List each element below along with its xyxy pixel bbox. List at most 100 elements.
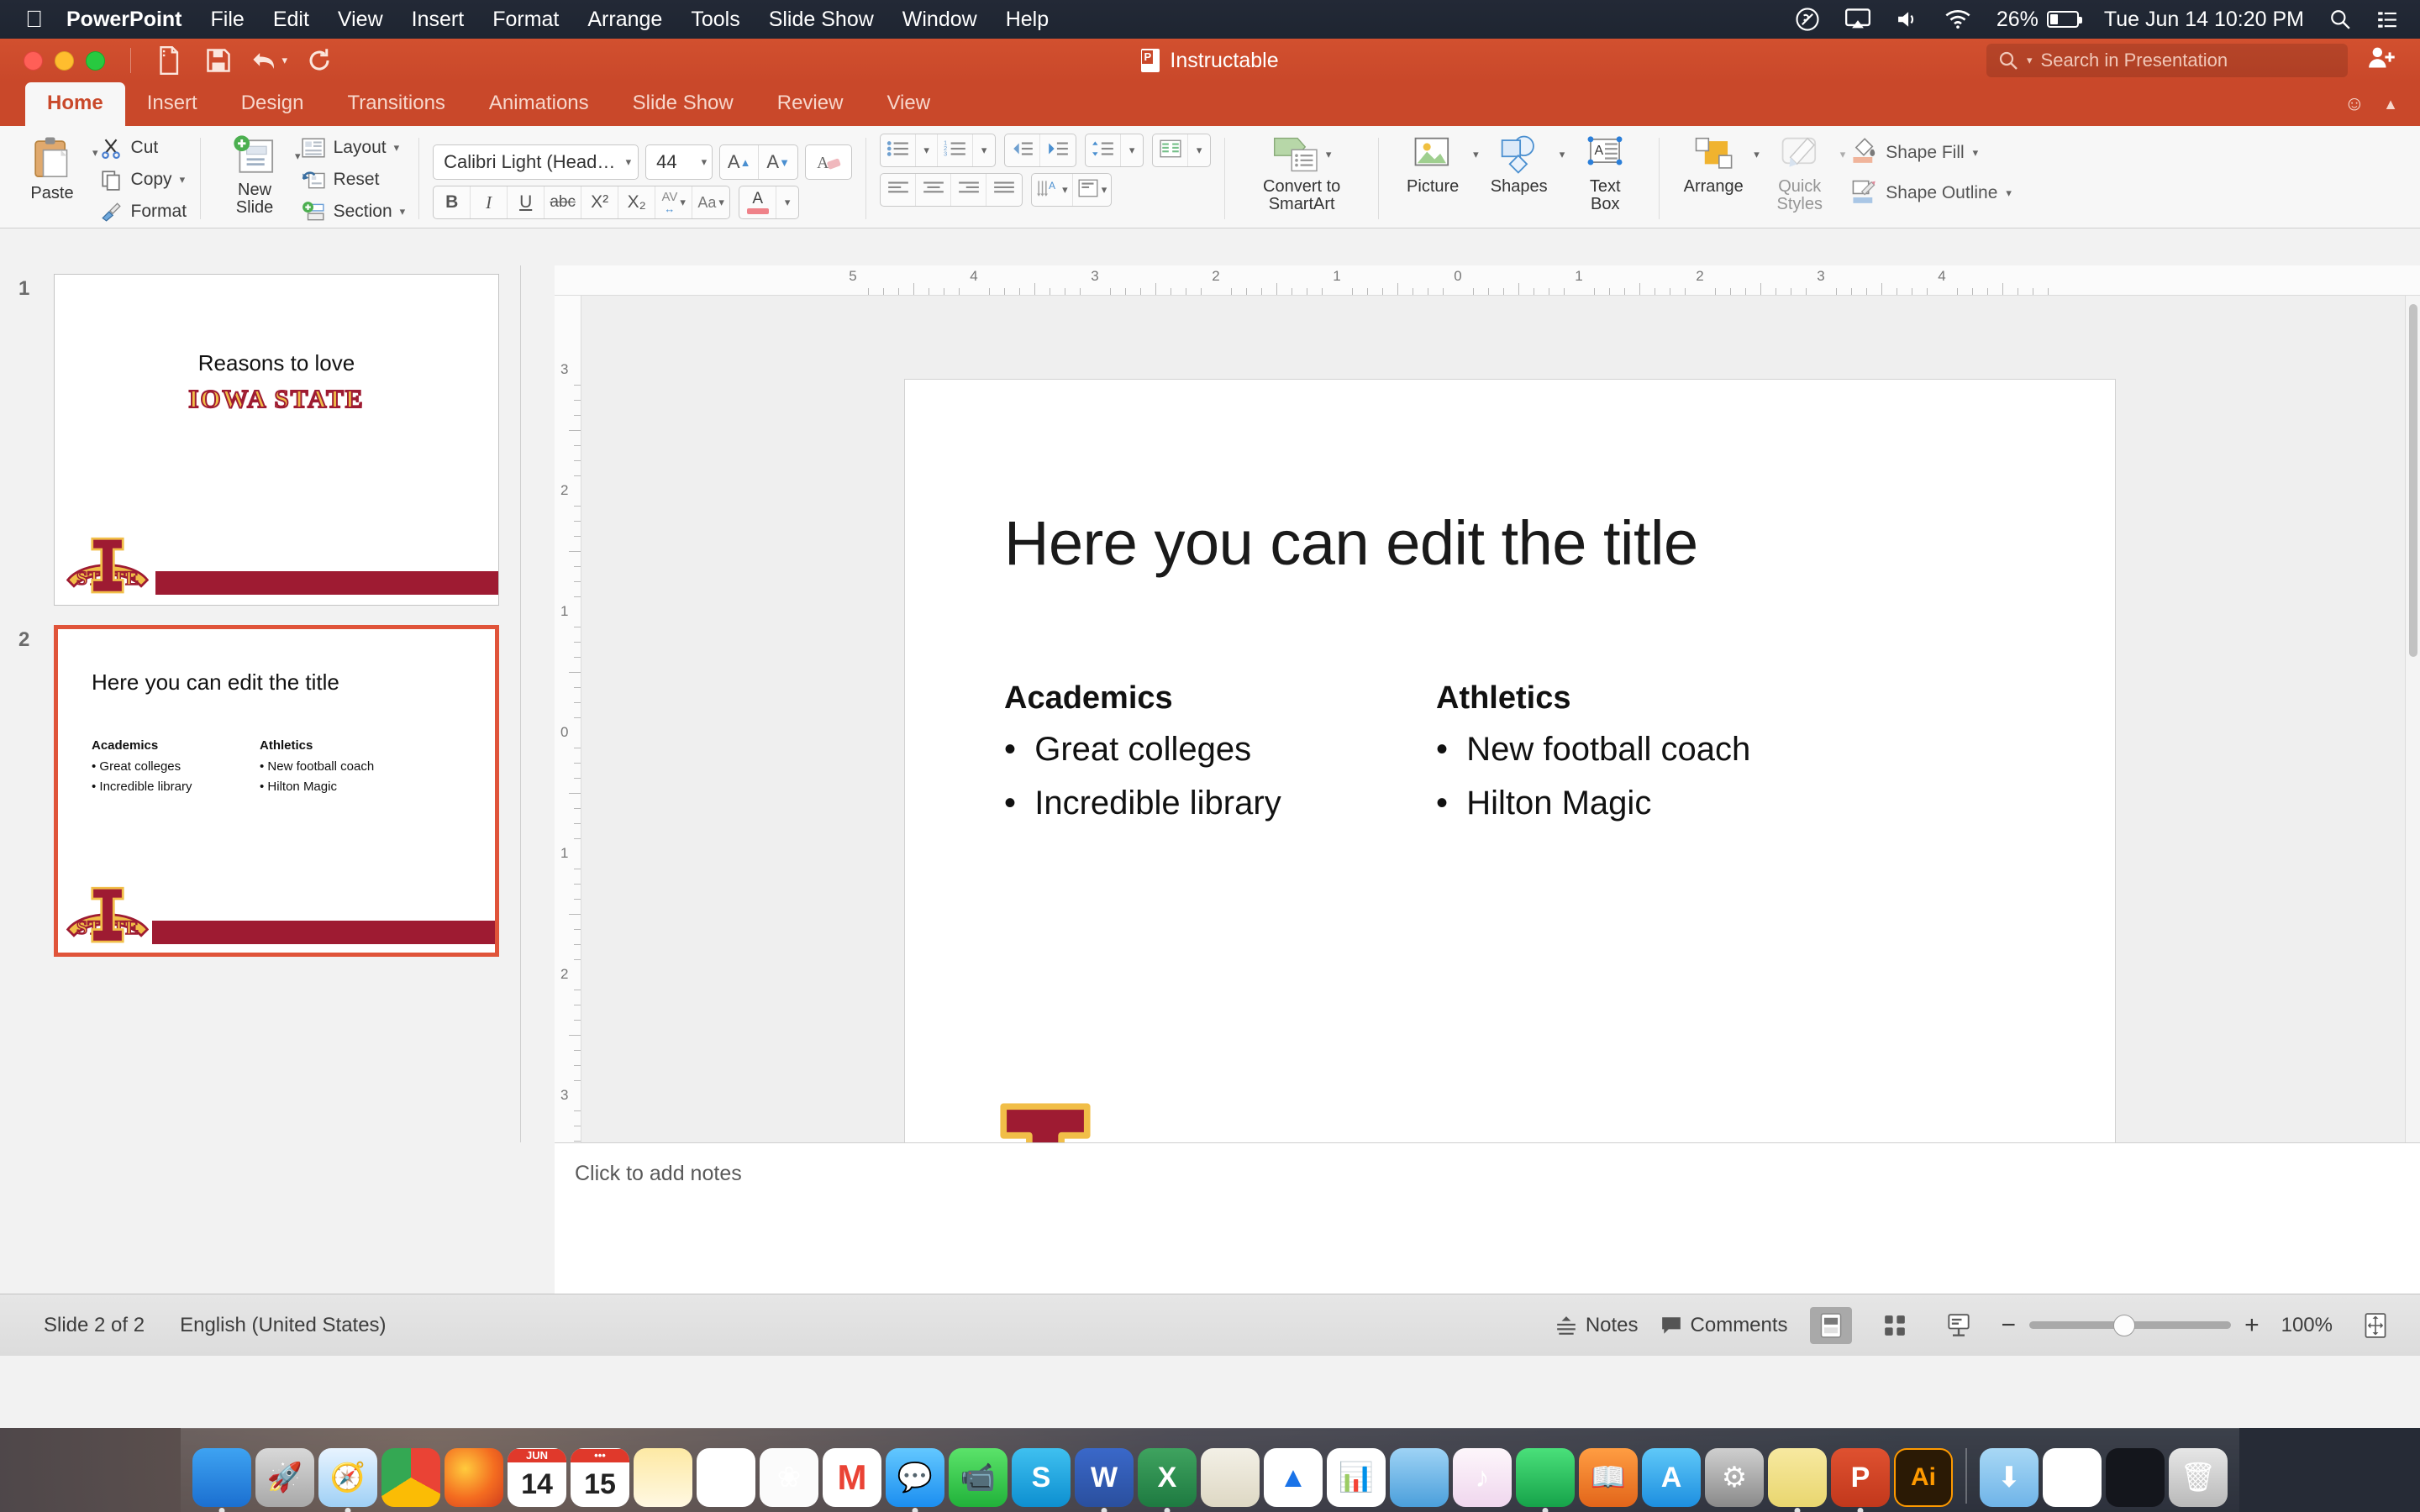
slide-column2-bullet2[interactable]: • Hilton Magic bbox=[1436, 785, 1651, 822]
tab-view[interactable]: View bbox=[865, 82, 952, 126]
columns-button[interactable] bbox=[1153, 134, 1189, 166]
slide-column1-bullet1[interactable]: • Great colleges bbox=[1004, 731, 1251, 769]
chevron-down-icon[interactable]: ▾ bbox=[702, 155, 708, 169]
menu-slide-show[interactable]: Slide Show bbox=[769, 8, 874, 32]
shapes-button[interactable]: Shapes bbox=[1479, 129, 1560, 196]
add-person-icon[interactable] bbox=[2368, 45, 2396, 76]
ibooks-icon[interactable]: 📖 bbox=[1579, 1448, 1638, 1507]
menu-format[interactable]: Format bbox=[492, 8, 559, 32]
quick-styles-button[interactable]: Quick Styles bbox=[1760, 129, 1840, 213]
google-drive-icon[interactable]: ▲ bbox=[1264, 1448, 1323, 1507]
minimize-window-button[interactable] bbox=[55, 50, 74, 71]
copy-button[interactable]: Copy ▾ bbox=[98, 165, 187, 193]
align-left-button[interactable] bbox=[881, 174, 917, 206]
align-right-button[interactable] bbox=[951, 174, 987, 206]
battery-icon[interactable] bbox=[2046, 11, 2082, 28]
text-direction-button[interactable]: A ▾ bbox=[1032, 174, 1073, 206]
zoom-track[interactable] bbox=[2029, 1314, 2232, 1336]
notification-center-icon[interactable] bbox=[2376, 9, 2398, 29]
macos-dock[interactable]: 🚀 🧭 JUN 14 ••• 15 ❀ M 💬 📹 S W X ▲ 📊 ♪ 📖 A ⚙ P Ai ⬇ 🗑 bbox=[181, 1428, 2239, 1512]
wifi-icon[interactable] bbox=[1944, 9, 1971, 29]
slide-thumbnail-1[interactable]: Reasons to love IOWA STATE STATE bbox=[54, 274, 499, 606]
terminal-icon[interactable] bbox=[2106, 1448, 2165, 1507]
align-center-button[interactable] bbox=[916, 174, 952, 206]
spotlight-search-icon[interactable] bbox=[2329, 8, 2351, 30]
tab-design[interactable]: Design bbox=[219, 82, 326, 126]
menu-arrange[interactable]: Arrange bbox=[587, 8, 662, 32]
justify-button[interactable] bbox=[986, 174, 1022, 206]
vertical-scrollbar[interactable] bbox=[2405, 296, 2420, 1142]
numbers-icon[interactable]: 📊 bbox=[1327, 1448, 1386, 1507]
cut-button[interactable]: Cut bbox=[98, 134, 187, 161]
tab-insert[interactable]: Insert bbox=[125, 82, 219, 126]
comments-button[interactable]: Comments bbox=[1660, 1314, 1788, 1337]
slide-sorter-button[interactable] bbox=[1874, 1307, 1916, 1344]
skype-icon[interactable]: S bbox=[1012, 1448, 1071, 1507]
convert-to-smartart-button[interactable]: ▾ Convert to SmartArt bbox=[1239, 129, 1365, 213]
photos-icon[interactable]: ❀ bbox=[760, 1448, 818, 1507]
font-size-select[interactable]: 44 ▾ bbox=[645, 144, 713, 180]
picture-button[interactable]: Picture bbox=[1392, 129, 1473, 196]
font-color-dropdown-caret[interactable]: ▾ bbox=[776, 186, 798, 218]
slide-column1-heading[interactable]: Academics bbox=[1004, 680, 1173, 717]
normal-view-button[interactable] bbox=[1809, 1306, 1852, 1344]
redo-icon[interactable] bbox=[301, 44, 338, 77]
itunes-icon[interactable]: ♪ bbox=[1453, 1448, 1512, 1507]
strikethrough-button[interactable]: abc bbox=[544, 186, 582, 218]
clear-formatting-button[interactable]: A bbox=[805, 144, 853, 180]
excel-icon[interactable]: X bbox=[1138, 1448, 1197, 1507]
gmail-icon[interactable]: M bbox=[823, 1448, 881, 1507]
trash-icon[interactable]: 🗑 bbox=[2169, 1448, 2228, 1507]
new-slide-button[interactable]: New Slide bbox=[214, 129, 295, 217]
safari-icon[interactable]: 🧭 bbox=[318, 1448, 377, 1507]
current-slide-canvas[interactable]: Here you can edit the title Academics • … bbox=[905, 380, 2115, 1142]
tab-home[interactable]: Home bbox=[25, 82, 125, 126]
menu-view[interactable]: View bbox=[338, 8, 383, 32]
shape-outline-button[interactable]: Shape Outline ▾ bbox=[1850, 178, 2012, 208]
slide-column1-bullet2[interactable]: • Incredible library bbox=[1004, 785, 1281, 822]
notes-button[interactable]: Notes bbox=[1555, 1314, 1639, 1337]
bulleted-list-dropdown-caret[interactable]: ▾ bbox=[916, 134, 939, 166]
firefox-icon[interactable] bbox=[445, 1448, 503, 1507]
calendar-jun-icon[interactable]: JUN 14 bbox=[508, 1448, 566, 1507]
italic-button[interactable]: I bbox=[471, 186, 508, 218]
spotify-icon[interactable] bbox=[1516, 1448, 1575, 1507]
shape-outline-dropdown-caret[interactable]: ▾ bbox=[2006, 186, 2012, 200]
menu-tools[interactable]: Tools bbox=[691, 8, 739, 32]
zoom-in-button[interactable]: + bbox=[2244, 1311, 2260, 1340]
zoom-window-button[interactable] bbox=[86, 50, 105, 71]
zoom-slider[interactable]: − + bbox=[2002, 1311, 2260, 1340]
downloads-folder-icon[interactable]: ⬇ bbox=[1980, 1448, 2039, 1507]
font-color-button[interactable]: A bbox=[739, 186, 777, 218]
section-dropdown-caret[interactable]: ▾ bbox=[400, 205, 406, 218]
save-icon[interactable] bbox=[200, 44, 237, 77]
slide-title-placeholder[interactable]: Here you can edit the title bbox=[1004, 507, 1698, 579]
arrange-button[interactable]: Arrange bbox=[1673, 129, 1754, 196]
change-case-button[interactable]: Aa ▾ bbox=[692, 186, 729, 218]
zoom-knob[interactable] bbox=[2112, 1314, 2135, 1336]
chrome-icon[interactable] bbox=[381, 1448, 440, 1507]
superscript-button[interactable]: X² bbox=[581, 186, 619, 218]
menu-bar-clock[interactable]: Tue Jun 14 10:20 PM bbox=[2104, 8, 2304, 32]
airplay-icon[interactable] bbox=[1844, 8, 1870, 30]
chevron-down-icon[interactable]: ▾ bbox=[626, 155, 632, 169]
slide-column2-bullet1[interactable]: • New football coach bbox=[1436, 731, 1750, 769]
app-store-icon[interactable]: A bbox=[1642, 1448, 1701, 1507]
align-text-button[interactable]: ▾ bbox=[1073, 174, 1112, 206]
increase-font-size-button[interactable]: A ▲ bbox=[720, 145, 760, 179]
close-window-button[interactable] bbox=[24, 50, 43, 71]
fit-slide-button[interactable] bbox=[2354, 1307, 2396, 1344]
chevron-up-icon[interactable]: ▲ bbox=[2383, 96, 2398, 113]
presenter-view-button[interactable] bbox=[1938, 1307, 1980, 1344]
subscript-button[interactable]: X₂ bbox=[618, 186, 656, 218]
stickies-icon[interactable] bbox=[1768, 1448, 1827, 1507]
layout-button[interactable]: Layout ▾ bbox=[301, 134, 406, 161]
zoom-out-button[interactable]: − bbox=[2002, 1311, 2017, 1340]
character-spacing-button[interactable]: AV ↔ ▾ bbox=[655, 186, 693, 218]
tab-animations[interactable]: Animations bbox=[467, 82, 611, 126]
apple-menu-icon[interactable]:  bbox=[25, 8, 43, 31]
notes-icon[interactable] bbox=[634, 1448, 692, 1507]
menu-insert[interactable]: Insert bbox=[412, 8, 465, 32]
slide-thumbnail-2[interactable]: Here you can edit the title Academics • … bbox=[54, 625, 499, 957]
notes-pane[interactable]: Click to add notes bbox=[555, 1142, 2420, 1294]
